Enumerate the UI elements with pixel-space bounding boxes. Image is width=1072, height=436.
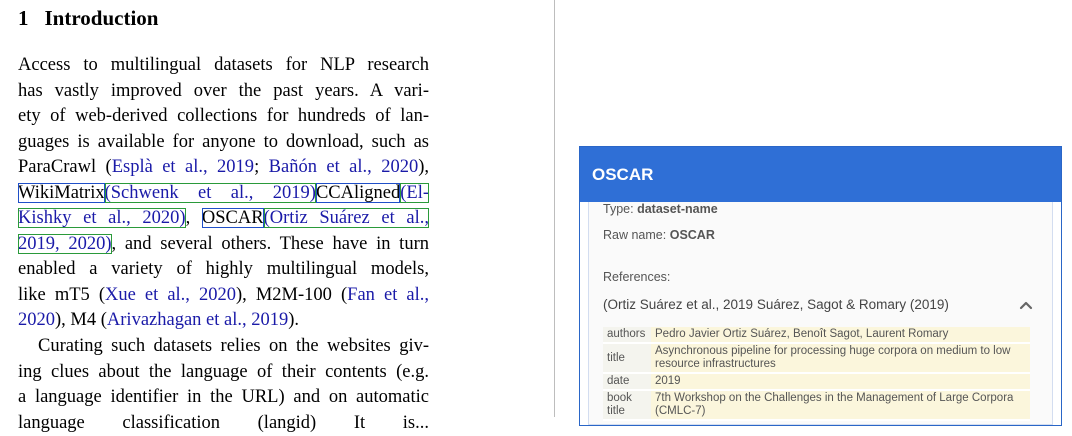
entity-highlight-wikimatrix[interactable]: WikiMatrix — [18, 183, 105, 203]
citation-highlight[interactable]: (El- — [400, 183, 429, 203]
text-run: ), M4 ( — [55, 310, 107, 330]
reference-toggle[interactable]: (Ortiz Suárez et al., 2019 Suárez, Sagot… — [603, 297, 1042, 317]
paragraph-curating: Curating such datasets relies on the web… — [18, 334, 429, 436]
chevron-up-icon[interactable] — [1016, 295, 1036, 315]
entity-highlight-oscar[interactable]: OSCAR — [202, 208, 264, 228]
section-heading: 1 Introduction — [18, 6, 158, 31]
citation-link[interactable]: Xue et al., 2020 — [105, 285, 236, 305]
reference-text: (Ortiz Suárez et al., 2019 Suárez, Sagot… — [603, 297, 949, 312]
text-line: a language identifier in the URL) and on… — [18, 385, 429, 411]
text-run: ), M2M-100 ( — [236, 285, 347, 305]
text-line: ParaCrawl (Esplà et al., 2019; Bañón et … — [18, 155, 429, 181]
reference-details-table: authors Pedro Javier Ortiz Suárez, Benoî… — [603, 327, 1030, 421]
type-value: dataset-name — [637, 202, 718, 216]
citation-link[interactable]: Bañón et al., 2020 — [269, 157, 419, 177]
text-line: has vastly improved over the past years.… — [18, 79, 429, 105]
text-run: , — [186, 208, 202, 228]
text-line: Curating such datasets relies on the web… — [18, 334, 429, 360]
text-line: WikiMatrix(Schwenk et al., 2019)CCAligne… — [18, 181, 429, 207]
text-line: Kishky et al., 2020), OSCAR(Ortiz Suárez… — [18, 206, 429, 232]
text-line: language classification (langid) It is..… — [18, 411, 429, 436]
citation-link[interactable]: Esplà et al., 2019 — [112, 157, 254, 177]
detail-value: Pedro Javier Ortiz Suárez, Benoît Sagot,… — [651, 327, 1030, 343]
entity-info-panel: OSCAR Type: dataset-name Raw name: OSCAR… — [579, 146, 1062, 426]
entity-highlight-ccaligned[interactable]: CCAligned — [316, 183, 400, 203]
panel-title: OSCAR — [580, 147, 1061, 202]
detail-key: title — [603, 343, 651, 373]
detail-row: title Asynchronous pipeline for processi… — [603, 343, 1030, 373]
detail-value: Asynchronous pipeline for processing hug… — [651, 343, 1030, 373]
text-run: ParaCrawl ( — [18, 157, 112, 177]
detail-key: authors — [603, 327, 651, 343]
text-run: ). — [288, 310, 299, 330]
raw-name-value: OSCAR — [670, 228, 715, 242]
detail-value: 2019 — [651, 373, 1030, 390]
text-run: ; — [254, 157, 269, 177]
detail-row: book title 7th Workshop on the Challenge… — [603, 390, 1030, 420]
citation-link[interactable]: Fan et al., — [347, 285, 429, 305]
text-run: like mT5 ( — [18, 285, 105, 305]
type-row: Type: dataset-name — [603, 202, 718, 216]
detail-row: date 2019 — [603, 373, 1030, 390]
detail-key: date — [603, 373, 651, 390]
detail-key: book title — [603, 390, 651, 420]
text-run: ), — [418, 157, 429, 177]
panel-body: Type: dataset-name Raw name: OSCAR Refer… — [588, 202, 1053, 425]
text-line: 2020), M4 (Arivazhagan et al., 2019). — [18, 308, 429, 334]
detail-row: authors Pedro Javier Ortiz Suárez, Benoî… — [603, 327, 1030, 343]
section-title: Introduction — [45, 6, 159, 30]
text-line: ety of web-derived collections for hundr… — [18, 104, 429, 130]
citation-link[interactable]: 2020 — [18, 310, 55, 330]
citation-highlight[interactable]: (Ortiz Suárez et al., — [264, 208, 429, 228]
citation-link[interactable]: Arivazhagan et al., 2019 — [107, 310, 288, 330]
citation-highlight[interactable]: Kishky et al., 2020) — [18, 208, 186, 228]
references-label: References: — [603, 270, 670, 284]
detail-value: 7th Workshop on the Challenges in the Ma… — [651, 390, 1030, 420]
section-number: 1 — [18, 6, 29, 30]
text-line: enabled a variety of highly multilingual… — [18, 257, 429, 283]
text-line: like mT5 (Xue et al., 2020), M2M-100 (Fa… — [18, 283, 429, 309]
raw-name-label: Raw name: — [603, 228, 666, 242]
text-line: guages is available for anyone to downlo… — [18, 130, 429, 156]
paper-page: 1 Introduction Access to multilingual dat… — [0, 0, 555, 417]
citation-highlight[interactable]: (Schwenk et al., 2019) — [105, 183, 316, 203]
text-line: 2019, 2020), and several others. These h… — [18, 232, 429, 258]
raw-name-row: Raw name: OSCAR — [603, 228, 715, 242]
text-line: Access to multilingual datasets for NLP … — [18, 53, 429, 79]
text-line: ing clues about the language of their co… — [18, 360, 429, 386]
text-run: , and several others. These have in turn — [112, 234, 429, 254]
paragraph-intro: Access to multilingual datasets for NLP … — [18, 53, 429, 334]
citation-highlight[interactable]: 2019, 2020) — [18, 234, 112, 254]
type-label: Type: — [603, 202, 634, 216]
